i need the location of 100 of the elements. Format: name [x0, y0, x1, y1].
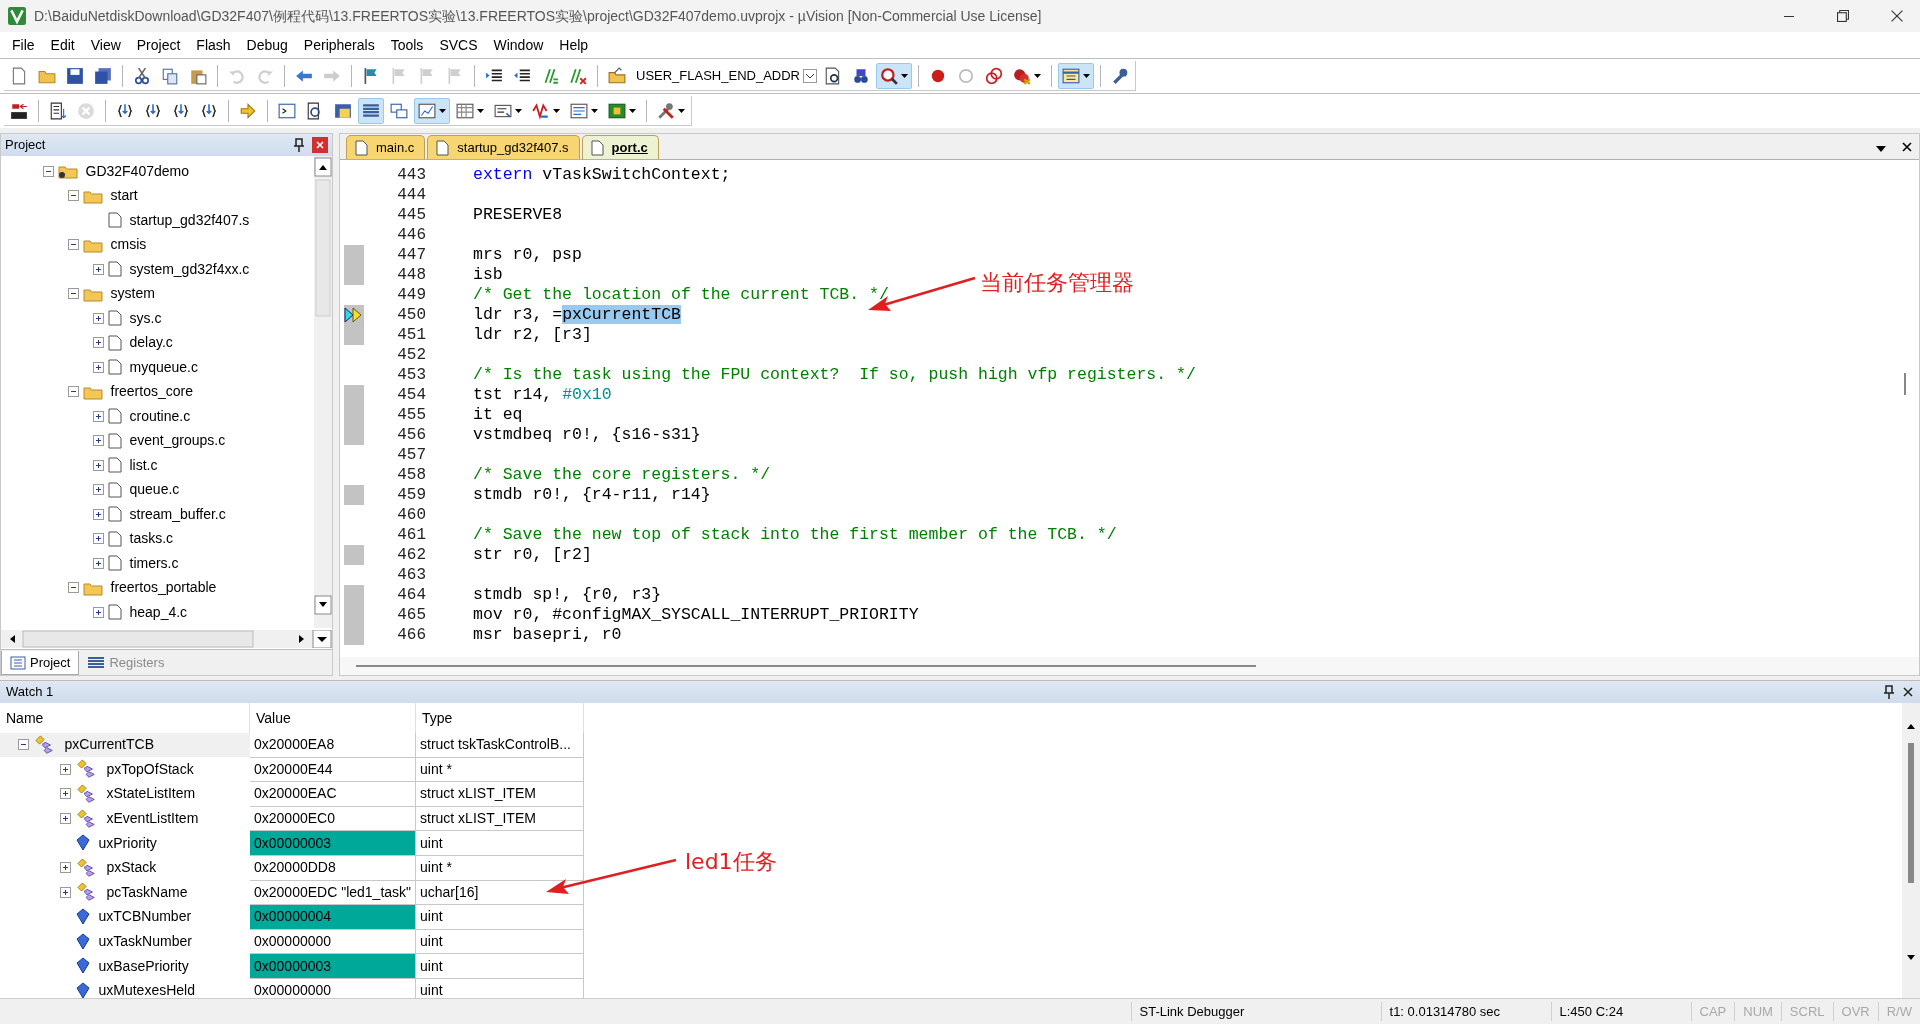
dropdown-arrow-icon[interactable] — [1876, 146, 1886, 152]
scrollbar-drawing[interactable] — [1901, 373, 1909, 395]
tree-item[interactable]: cmsis — [110, 234, 147, 256]
expand-toggle[interactable] — [60, 763, 71, 775]
close-button[interactable] — [312, 137, 328, 153]
menu-item[interactable]: Peripherals — [295, 32, 383, 58]
file-icon — [108, 334, 122, 351]
expand-toggle[interactable] — [60, 886, 71, 898]
type-cell: struct xLIST_ITEM — [416, 782, 584, 807]
tree-item[interactable]: event_groups.c — [129, 430, 226, 452]
tree-item[interactable]: myqueue.c — [129, 356, 198, 378]
expand-toggle[interactable] — [93, 312, 104, 324]
expand-toggle[interactable] — [93, 508, 104, 520]
tree-item[interactable]: GD32F407demo — [85, 160, 189, 182]
collapse-toggle[interactable] — [43, 165, 54, 177]
analyzer-icon — [532, 101, 550, 120]
breakpoints-remove-icon — [1013, 66, 1031, 85]
window-icon — [1062, 66, 1080, 85]
tree-item[interactable]: freertos_core — [110, 381, 193, 403]
file-tab[interactable]: main.c — [346, 135, 426, 159]
expand-toggle[interactable] — [93, 606, 104, 618]
list-document-icon — [49, 101, 67, 120]
copy-icon — [161, 66, 179, 85]
pin-icon — [293, 138, 305, 152]
panel-tab[interactable]: Project — [1, 651, 80, 675]
expand-toggle[interactable] — [93, 263, 104, 275]
tree-item[interactable]: stream_buffer.c — [129, 503, 226, 525]
code-line: mov r0, #configMAX_SYSCALL_INTERRUPT_PRIORITY — [473, 605, 919, 625]
expand-toggle[interactable] — [93, 484, 104, 496]
debug-session-button[interactable] — [876, 62, 912, 89]
tree-item[interactable]: croutine.c — [129, 405, 191, 427]
tree-item[interactable]: timers.c — [129, 552, 179, 574]
tree-item[interactable]: list.c — [129, 454, 158, 476]
window-button[interactable] — [1058, 62, 1094, 89]
expand-toggle[interactable] — [60, 813, 71, 825]
watch-button[interactable] — [414, 97, 450, 124]
expand-toggle[interactable] — [93, 557, 104, 569]
menu-item[interactable]: Help — [551, 32, 597, 58]
line-number: 456 — [396, 425, 427, 446]
variable-icon — [75, 981, 91, 998]
file-tab[interactable]: startup_gd32f407.s — [427, 135, 580, 159]
menu-item[interactable]: SVCS — [431, 32, 486, 58]
collapse-toggle[interactable] — [18, 739, 29, 751]
expand-toggle[interactable] — [93, 410, 104, 422]
timer-status: t1: 0.01314780 sec — [1380, 1001, 1551, 1022]
close-icon[interactable] — [1902, 142, 1912, 152]
value-cell: 0x20000E44 — [250, 757, 416, 783]
menu-item[interactable]: File — [4, 32, 43, 58]
code-line: ldr r3, =pxCurrentTCB — [473, 305, 681, 325]
tree-item[interactable]: freertos_portable — [110, 577, 217, 599]
tree-item[interactable]: queue.c — [129, 479, 180, 501]
menu-item[interactable]: View — [82, 32, 129, 58]
menu-item[interactable]: Tools — [382, 32, 432, 58]
file-icon — [108, 604, 122, 621]
scrollbar-drawing[interactable] — [356, 664, 1256, 668]
collapse-toggle[interactable] — [68, 288, 79, 300]
collapse-toggle[interactable] — [68, 239, 79, 251]
collapse-toggle[interactable] — [68, 386, 79, 398]
caret-icon — [477, 108, 484, 113]
wrench-icon — [1111, 66, 1129, 85]
scrollbar-drawing[interactable] — [1, 630, 332, 649]
tree-item[interactable]: system_gd32f4xx.c — [129, 258, 250, 280]
minimize-icon — [1784, 15, 1794, 17]
tree-item[interactable]: delay.c — [129, 332, 173, 354]
variable-name: uxTCBNumber — [98, 907, 192, 927]
status-indicator: R/W — [1877, 1001, 1920, 1022]
tree-item[interactable]: startup_gd32f407.s — [129, 209, 250, 231]
tree-item[interactable]: start — [110, 185, 138, 207]
column-header[interactable]: Value — [250, 703, 416, 733]
column-header[interactable]: Type — [416, 703, 584, 733]
tree-item[interactable]: heap_4.c — [129, 601, 188, 623]
expand-toggle[interactable] — [93, 337, 104, 349]
menu-item[interactable]: Edit — [42, 32, 83, 58]
file-icon — [108, 408, 122, 425]
line-number: 454 — [396, 385, 427, 406]
expand-toggle[interactable] — [93, 459, 104, 471]
menu-item[interactable]: Flash — [188, 32, 239, 58]
tree-item[interactable]: system — [110, 283, 155, 305]
tree-item[interactable]: sys.c — [129, 307, 162, 329]
expand-toggle[interactable] — [93, 361, 104, 373]
uncomment-icon — [569, 66, 587, 85]
type-cell: uint — [416, 954, 584, 979]
collapse-toggle[interactable] — [68, 190, 79, 202]
expand-toggle[interactable] — [60, 862, 71, 874]
panel-title: Watch 1 — [6, 683, 55, 702]
expand-toggle[interactable] — [93, 533, 104, 545]
file-tab[interactable]: port.c — [581, 135, 659, 159]
value-cell: 0x00000003 — [250, 954, 416, 979]
line-number: 462 — [396, 545, 427, 566]
file-icon — [108, 530, 122, 547]
menu-item[interactable]: Debug — [238, 32, 296, 58]
tree-item[interactable]: tasks.c — [129, 528, 174, 550]
registers-button[interactable] — [358, 97, 384, 124]
menu-item[interactable]: Window — [485, 32, 552, 58]
menu-item[interactable]: Project — [128, 32, 189, 58]
expand-toggle[interactable] — [93, 435, 104, 447]
collapse-toggle[interactable] — [68, 582, 79, 594]
run-to-cursor-icon — [239, 101, 257, 120]
expand-toggle[interactable] — [60, 788, 71, 800]
scrollbar-drawing[interactable] — [314, 156, 332, 616]
